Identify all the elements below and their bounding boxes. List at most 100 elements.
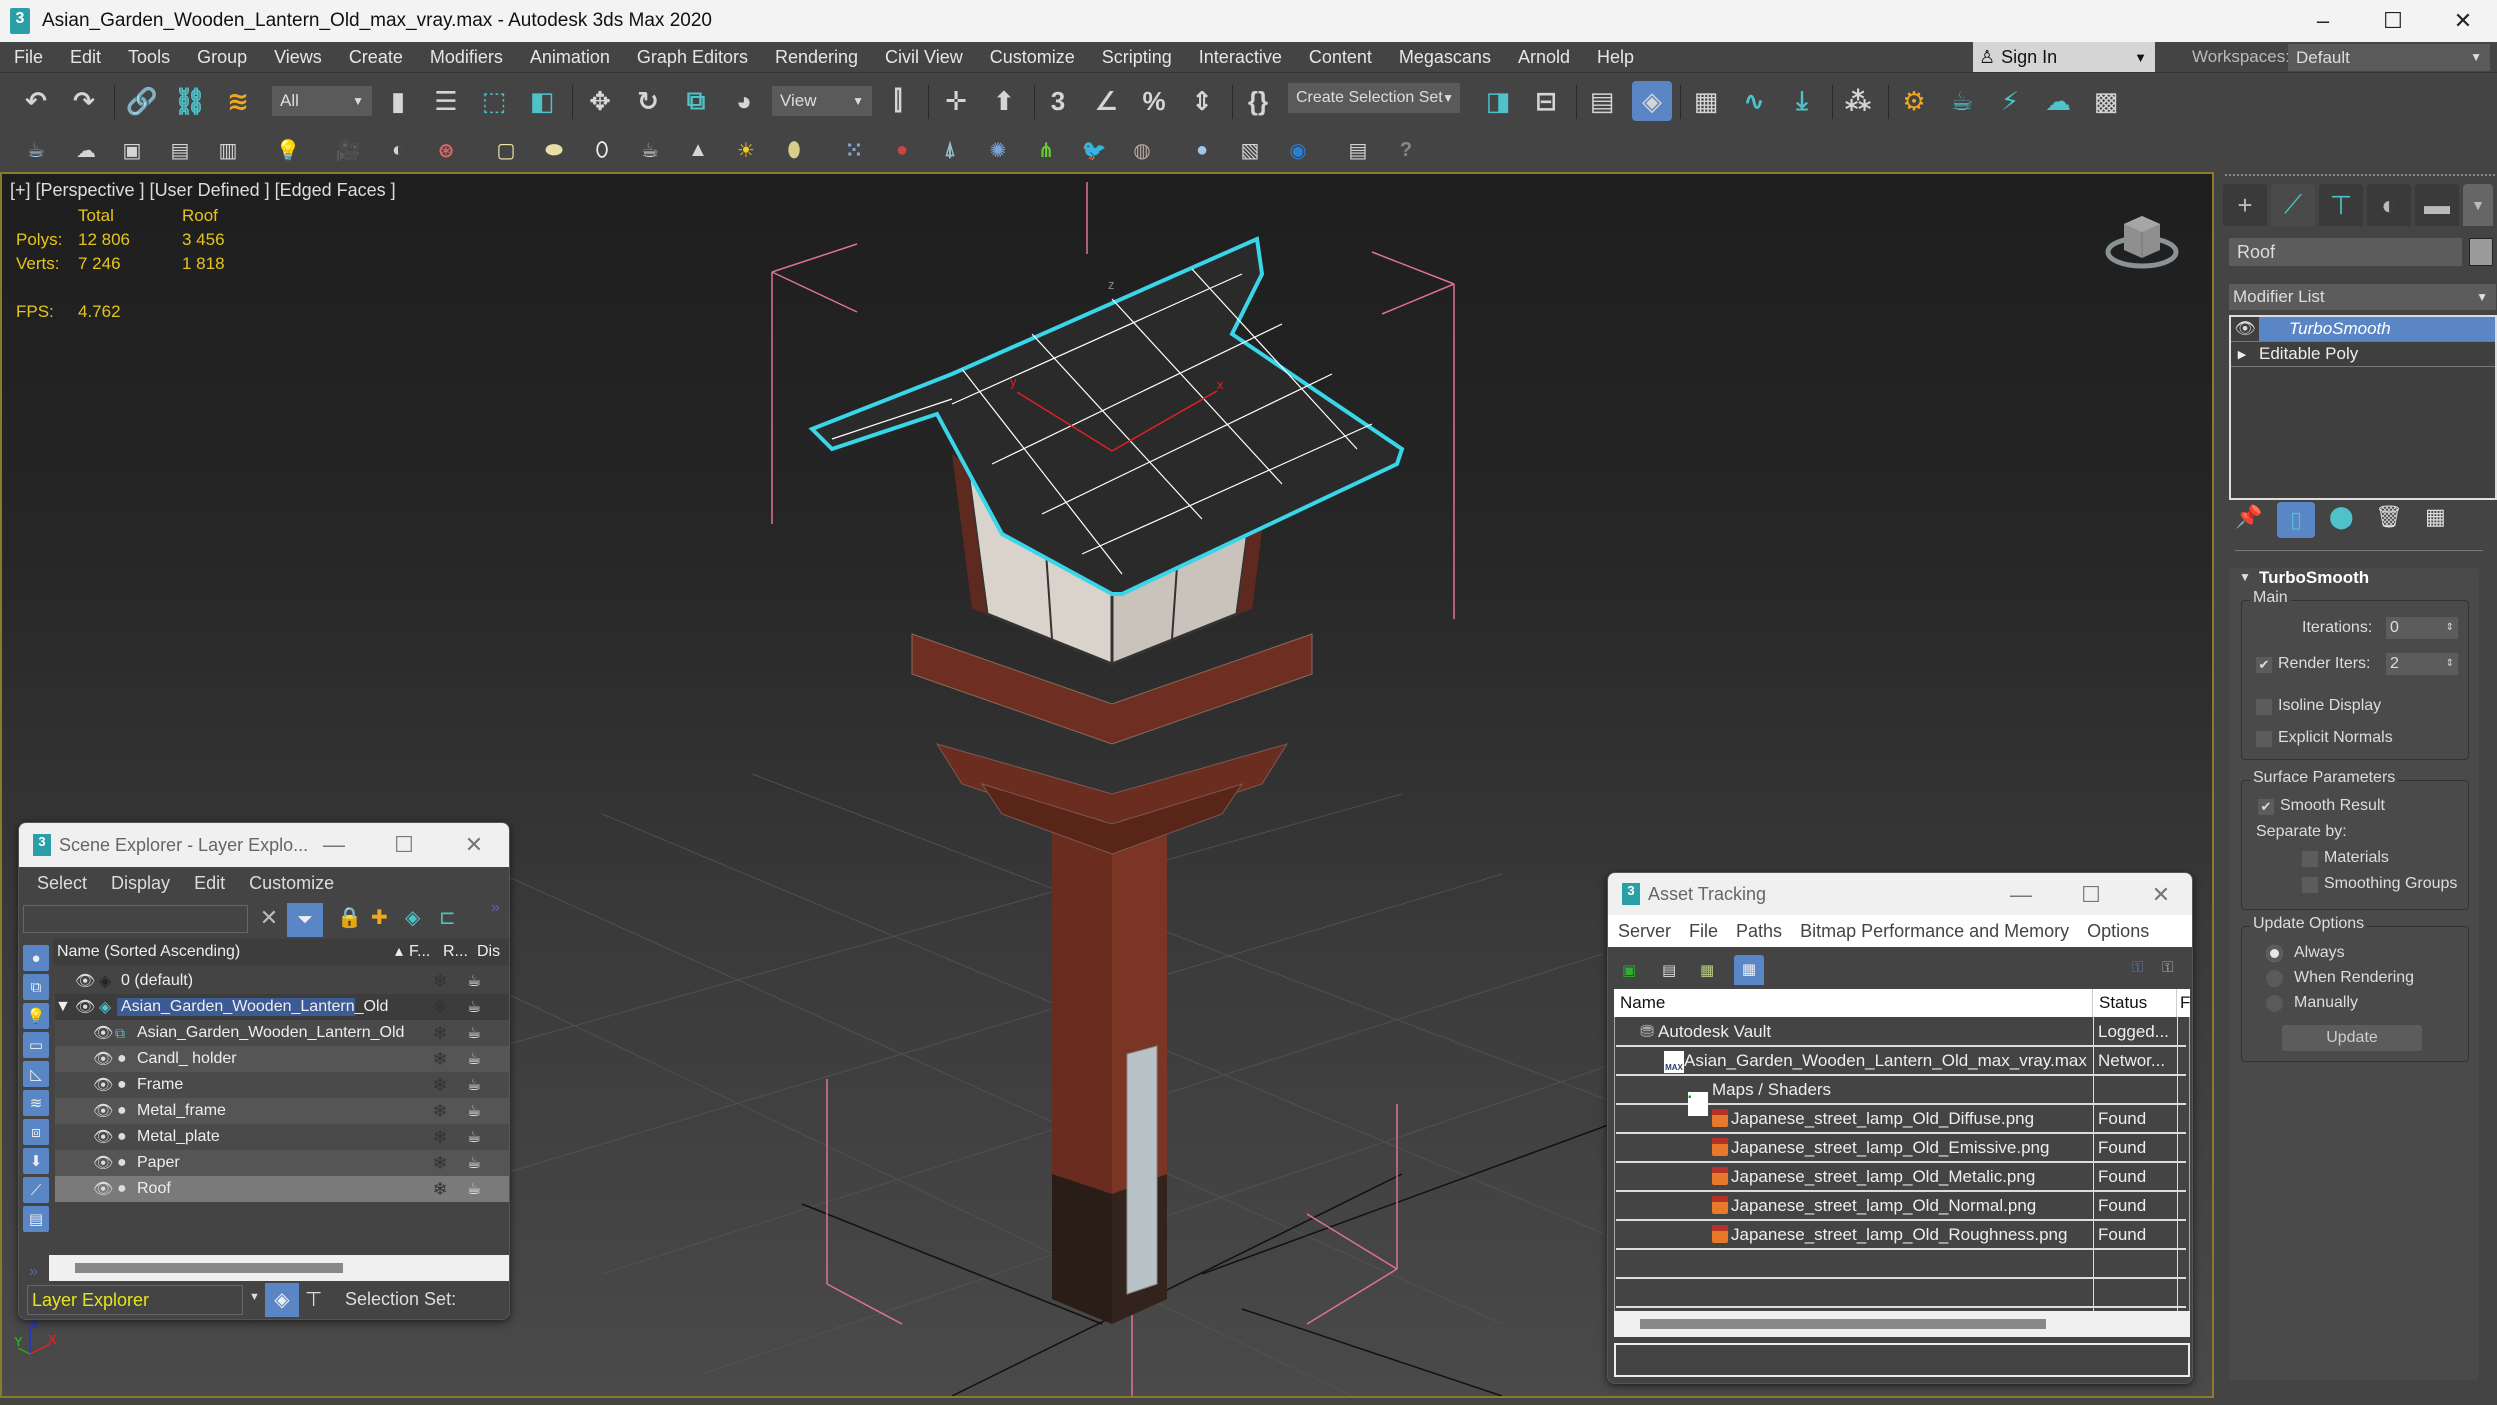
vray-camera-icon[interactable]: ⊛ (432, 136, 460, 164)
vray-grass-icon[interactable]: ⋔ (1032, 136, 1060, 164)
hierarchy-icon[interactable]: ⊏ (439, 905, 456, 930)
asset-tracking-titlebar[interactable]: 3 Asset Tracking — ☐ ✕ (1608, 873, 2192, 915)
freeze-icon[interactable]: ❄ (425, 1101, 455, 1122)
vray-ies-icon[interactable]: ▲ (684, 136, 712, 164)
vray-particle-icon[interactable]: ● (888, 136, 916, 164)
clear-search-icon[interactable]: ✕ (255, 905, 283, 933)
at-menu-file[interactable]: File (1689, 921, 1718, 942)
freeze-icon[interactable]: ❄ (425, 997, 455, 1018)
help-icon[interactable]: ? (1392, 136, 1420, 164)
se-menu-select[interactable]: Select (37, 873, 87, 894)
vray-sphere-light-icon[interactable]: ⬯ (588, 136, 616, 164)
stack-item-turbosmooth[interactable]: 👁 TurboSmooth (2231, 317, 2495, 342)
menu-civil-view[interactable]: Civil View (871, 47, 976, 68)
materials-checkbox[interactable] (2302, 851, 2318, 867)
angle-snap-icon[interactable]: ∠ (1088, 83, 1124, 119)
table-row[interactable]: Japanese_street_lamp_Old_Diffuse.png Fou… (1616, 1105, 2186, 1134)
display-xrefs-icon[interactable]: ⬇ (23, 1148, 49, 1174)
vray-hf-icon[interactable]: 🐦 (1080, 136, 1108, 164)
visibility-eye-icon[interactable]: 👁 (93, 1023, 113, 1043)
horizontal-scrollbar[interactable] (49, 1255, 509, 1281)
minimize-button[interactable]: – (2293, 0, 2353, 42)
render-iters-checkbox[interactable]: ✔ (2256, 657, 2272, 673)
spinner-arrows-icon[interactable]: ⇕ (2446, 617, 2454, 639)
visibility-eye-icon[interactable]: 👁 (93, 1127, 113, 1147)
render-teapot-icon[interactable]: ☕ (459, 1101, 489, 1121)
panel-drag-handle[interactable] (2225, 174, 2495, 177)
visibility-eye-icon[interactable]: 👁 (75, 997, 95, 1017)
table-row[interactable]: ▪ Maps / Shaders (1616, 1076, 2186, 1116)
bind-space-warp-icon[interactable]: ≋ (220, 83, 256, 119)
menu-megascans[interactable]: Megascans (1385, 47, 1504, 68)
curve-editor-icon[interactable]: ∿ (1736, 83, 1772, 119)
list-view-icon[interactable]: ▤ (1662, 961, 1676, 979)
more-tabs-dropdown-icon[interactable]: ▼ (2463, 184, 2493, 226)
pin-stack-icon[interactable]: 📌 (2235, 504, 2262, 530)
explicit-normals-checkbox[interactable] (2256, 731, 2272, 747)
properties-icon[interactable]: ▤ (166, 136, 194, 164)
layers-icon[interactable]: ◈ (405, 905, 420, 930)
dope-sheet-icon[interactable]: ⤓ (1784, 83, 1820, 119)
pivot-center-icon[interactable]: ⫿ (880, 83, 916, 119)
menu-customize[interactable]: Customize (976, 47, 1088, 68)
freeze-icon[interactable]: ❄ (425, 1075, 455, 1096)
maximize-button[interactable]: ☐ (2363, 0, 2423, 42)
mirror-icon[interactable]: ◨ (1480, 83, 1516, 119)
spinner-arrows-icon[interactable]: ⇕ (2446, 653, 2454, 675)
stack-item-editable-poly[interactable]: ▶ Editable Poly (2231, 342, 2495, 367)
table-view-icon[interactable]: ▦ (1734, 955, 1764, 985)
at-menu-options[interactable]: Options (2087, 921, 2149, 942)
menu-views[interactable]: Views (260, 47, 335, 68)
update-button[interactable]: Update (2282, 1025, 2422, 1051)
lock-icon[interactable]: 🔒 (337, 905, 362, 930)
named-selection-set-dropdown[interactable]: Create Selection Set ▼ (1288, 83, 1460, 113)
align-icon[interactable]: ⊟ (1528, 83, 1564, 119)
at-menu-bitmap-performance[interactable]: Bitmap Performance and Memory (1800, 921, 2069, 942)
manually-radio[interactable] (2266, 995, 2283, 1012)
table-row[interactable]: Japanese_street_lamp_Old_Normal.png Foun… (1616, 1192, 2186, 1221)
select-object-icon[interactable]: ▮ (380, 83, 416, 119)
make-unique-icon[interactable]: ⬤ (2329, 504, 2354, 530)
close-button[interactable]: ✕ (2433, 0, 2493, 42)
visibility-eye-icon[interactable]: 👁 (93, 1153, 113, 1173)
ribbon-toggle-icon[interactable]: ▦ (1688, 83, 1724, 119)
teapot-icon[interactable]: ☕ (22, 136, 50, 164)
menu-animation[interactable]: Animation (516, 47, 623, 68)
column-status-header[interactable]: Status (2092, 989, 2147, 1017)
menu-scripting[interactable]: Scripting (1088, 47, 1185, 68)
freeze-icon[interactable]: ❄ (425, 1153, 455, 1174)
menu-help[interactable]: Help (1583, 47, 1647, 68)
reference-coord-dropdown[interactable]: View ▼ (772, 86, 872, 116)
freeze-icon[interactable]: ❄ (425, 1023, 455, 1044)
render-teapot-icon[interactable]: ☕ (459, 971, 489, 991)
explorer-type-dropdown[interactable]: Layer Explorer (27, 1285, 243, 1315)
select-by-name-icon[interactable]: ☰ (428, 83, 464, 119)
remove-modifier-icon[interactable]: 🗑 (2375, 504, 2403, 530)
undo-icon[interactable]: ↶ (18, 83, 54, 119)
render-teapot-icon[interactable]: ☕ (459, 1179, 489, 1199)
vray-dome-icon[interactable]: ⬬ (540, 136, 568, 164)
visibility-eye-icon[interactable]: 👁 (93, 1075, 113, 1095)
horizontal-scrollbar[interactable] (1614, 1311, 2190, 1337)
search-input[interactable] (23, 905, 248, 933)
vray-light-icon[interactable]: ▢ (492, 136, 520, 164)
column-frozen-header[interactable]: F... (409, 939, 430, 965)
object-color-swatch[interactable] (2469, 238, 2493, 266)
rendered-frame-window-icon[interactable]: ☕ (1944, 83, 1980, 119)
edit-named-selection-icon[interactable]: {} (1240, 83, 1276, 119)
scale-icon[interactable]: ⧉ (678, 83, 714, 119)
selection-filter-dropdown[interactable]: All ▼ (272, 86, 372, 116)
isoline-display-checkbox[interactable] (2256, 699, 2272, 715)
filter-icon[interactable]: ⏷ (287, 903, 323, 937)
display-bones-icon[interactable]: ⟋ (23, 1177, 49, 1203)
table-row[interactable]: Japanese_street_lamp_Old_Roughness.png F… (1616, 1221, 2186, 1250)
settings-panel-icon[interactable]: ▥ (214, 136, 242, 164)
tree-view-icon[interactable]: ▦ (1700, 961, 1714, 979)
display-groups-icon[interactable]: ⧈ (23, 1119, 49, 1145)
minimize-button[interactable]: — (309, 823, 359, 867)
render-teapot-icon[interactable]: ☕ (459, 1127, 489, 1147)
freeze-icon[interactable]: ❄ (425, 1179, 455, 1200)
rect-selection-icon[interactable]: ⬚ (476, 83, 512, 119)
create-tab-icon[interactable]: + (2223, 184, 2267, 226)
column-name-header[interactable]: Name (Sorted Ascending) (53, 943, 240, 960)
